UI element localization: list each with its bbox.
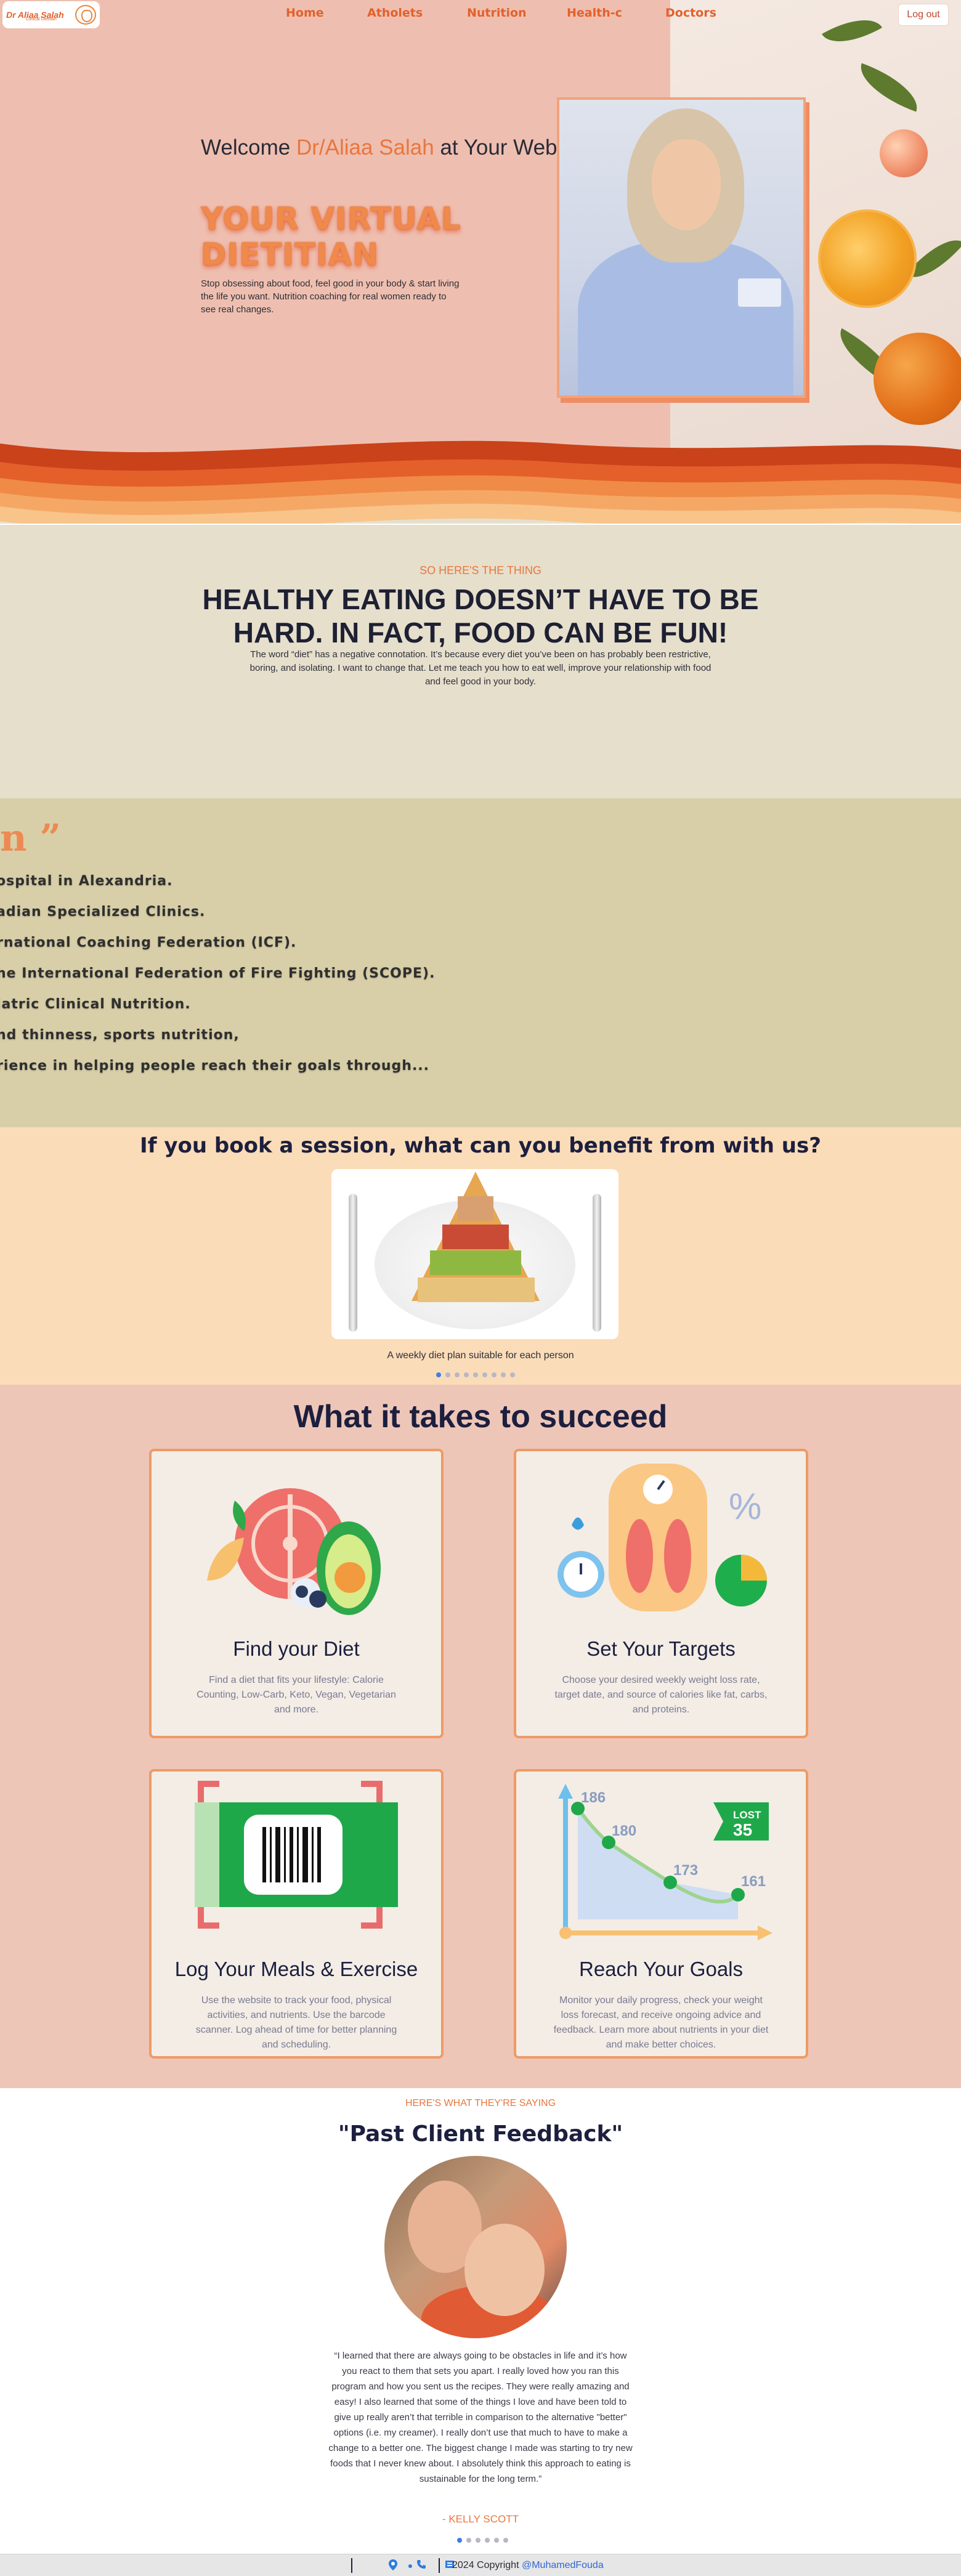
feedback-text: “I learned that there are always going t… (328, 2351, 633, 2484)
benefit-section: If you book a session, what can you bene… (0, 1127, 961, 1385)
hero-headline: YOUR VIRTUAL DIETITIAN (201, 201, 461, 272)
succeed-title: What it takes to succeed (293, 1399, 668, 1435)
leaf-decoration (852, 63, 926, 112)
location-pin-icon[interactable] (387, 2559, 399, 2572)
quote-mark: n ” (0, 817, 62, 860)
nav-link-atholets[interactable]: Atholets (367, 6, 467, 20)
lost-value: 35 (733, 1820, 752, 1839)
feature-card-set-targets[interactable]: % Set Your Targets Choose your desired w… (514, 1449, 808, 1738)
top-navbar: Dr Aliaa Salah Clinical Dietitian Home A… (0, 0, 961, 30)
knife-image (593, 1194, 601, 1332)
credential-item: iatric Clinical Nutrition. (0, 997, 191, 1012)
footer: ● 2024 Copyright @MuhamedFouda (0, 2554, 961, 2576)
copyright-text: 2024 Copyright @MuhamedFouda (452, 2560, 604, 2570)
section-kicker: SO HERE'S THE THING (420, 564, 541, 577)
doctor-portrait (557, 97, 806, 398)
credential-item: he International Federation of Fire Figh… (0, 966, 436, 981)
scale-icon: % (558, 1464, 767, 1611)
author-link[interactable]: @MuhamedFouda (522, 2560, 604, 2570)
benefit-title: If you book a session, what can you bene… (140, 1133, 821, 1158)
lost-label: LOST (733, 1809, 761, 1821)
nav-links: Home Atholets Nutrition Health-c Doctors (265, 6, 739, 20)
card-title: Set Your Targets (586, 1637, 736, 1660)
chart-label-180: 180 (612, 1823, 636, 1839)
feedback-kicker: HERE'S WHAT THEY'RE SAYING (405, 2098, 556, 2108)
card-title: Log Your Meals & Exercise (174, 1958, 418, 1980)
feedback-carousel-dot[interactable] (476, 2538, 480, 2543)
nav-link-doctors[interactable]: Doctors (665, 6, 739, 20)
feedback-title: "Past Client Feedback" (338, 2121, 623, 2147)
feature-card-find-diet[interactable]: Find your Diet Find a diet that fits you… (149, 1449, 444, 1738)
benefit-carousel-dot[interactable] (501, 1372, 506, 1377)
chart-label-161: 161 (741, 1873, 766, 1890)
chart-label-173: 173 (673, 1862, 698, 1879)
credential-item: adian Specialized Clinics. (0, 904, 206, 920)
card-description: Find a diet that fits your lifestyle: Ca… (197, 1675, 396, 1715)
chart-label-186: 186 (581, 1789, 606, 1806)
benefit-carousel-dot[interactable] (510, 1372, 515, 1377)
credential-item: rience in helping people reach their goa… (0, 1058, 430, 1074)
feedback-carousel-dot[interactable] (485, 2538, 490, 2543)
credential-item: nd thinness, sports nutrition, (0, 1027, 240, 1043)
orange-slice-image (818, 209, 917, 308)
healthy-eating-section: SO HERE'S THE THING HEALTHY EATING DOESN… (0, 525, 961, 798)
orange-image (874, 333, 961, 425)
barcode-icon (195, 1781, 398, 1929)
feedback-carousel-dot[interactable] (457, 2538, 462, 2543)
benefit-carousel-dot[interactable] (464, 1372, 469, 1377)
feedback-carousel-dot[interactable] (494, 2538, 499, 2543)
card-description: Monitor your daily progress, check your … (553, 1995, 769, 2050)
peach-image (880, 129, 928, 177)
nav-link-nutrition[interactable]: Nutrition (467, 6, 567, 20)
feature-card-reach-goals[interactable]: 186 180 173 161 LOST 35 Reach Your Goals… (514, 1769, 808, 2059)
card-description: Use the website to track your food, phys… (195, 1995, 397, 2050)
nav-link-home[interactable]: Home (265, 6, 367, 20)
credentials-list: ospital in Alexandria. adian Specialized… (0, 866, 435, 1082)
benefit-carousel-dot[interactable] (455, 1372, 460, 1377)
benefit-carousel-dot[interactable] (492, 1372, 497, 1377)
card-title: Reach Your Goals (578, 1958, 743, 1980)
card-title: Find your Diet (233, 1637, 360, 1660)
hero-section: Welcome Dr/Aliaa Salah at Your Website Y… (0, 0, 961, 524)
feature-card-log-meals[interactable]: Log Your Meals & Exercise Use the websit… (149, 1769, 444, 2059)
benefit-carousel-dot[interactable] (482, 1372, 487, 1377)
benefit-carousel-dot[interactable] (445, 1372, 450, 1377)
logout-button[interactable]: Log out (898, 4, 949, 26)
doctor-name: Dr/Aliaa Salah (296, 136, 434, 160)
feedback-carousel-dot[interactable] (466, 2538, 471, 2543)
nav-link-health[interactable]: Health-c (567, 6, 665, 20)
hero-description: Stop obsessing about food, feel good in … (201, 278, 460, 315)
weight-chart-icon: 186 180 173 161 LOST 35 (558, 1784, 772, 1940)
site-logo[interactable]: Dr Aliaa Salah Clinical Dietitian (2, 1, 100, 28)
welcome-heading: Welcome Dr/Aliaa Salah at Your Website (201, 136, 591, 160)
wave-decoration (0, 440, 961, 524)
card-description: Choose your desired weekly weight loss r… (554, 1675, 768, 1715)
logo-mark-icon (75, 5, 96, 25)
healthy-heading: HEALTHY EATING DOESN’T HAVE TO BE HARD. … (202, 583, 759, 649)
feedback-carousel-indicators (457, 2538, 508, 2543)
svg-text:%: % (729, 1486, 761, 1527)
benefit-carousel-indicators (436, 1372, 515, 1377)
benefit-slide-image[interactable] (331, 1169, 618, 1339)
healthy-description: The word “diet” has a negative connotati… (249, 649, 712, 687)
food-icon (207, 1488, 381, 1615)
succeed-section: What it takes to succeed Find your Diet … (0, 1385, 961, 2088)
feedback-section: HERE'S WHAT THEY'RE SAYING "Past Client … (0, 2088, 961, 2554)
feedback-carousel-dot[interactable] (503, 2538, 508, 2543)
benefit-carousel-dot[interactable] (436, 1372, 441, 1377)
hospital-badge (738, 278, 781, 307)
phone-icon[interactable] (415, 2559, 428, 2572)
benefit-carousel-dot[interactable] (473, 1372, 478, 1377)
fork-image (349, 1194, 357, 1332)
location-icon[interactable]: ● (404, 2559, 416, 2572)
client-photo (384, 2156, 567, 2338)
benefit-caption: A weekly diet plan suitable for each per… (387, 1350, 574, 1361)
credential-item: ospital in Alexandria. (0, 873, 173, 889)
credentials-section: n ” ospital in Alexandria. adian Special… (0, 798, 961, 1127)
credential-item: rnational Coaching Federation (ICF). (0, 935, 297, 950)
feedback-author: - KELLY SCOTT (442, 2513, 519, 2525)
